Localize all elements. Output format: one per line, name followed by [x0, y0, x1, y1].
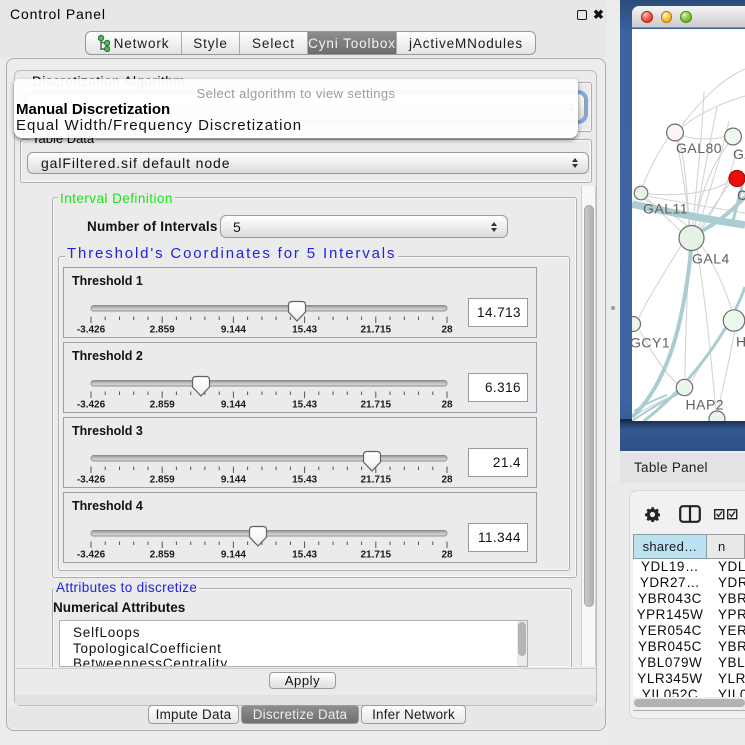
svg-text:H: H	[736, 333, 745, 349]
svg-text:2.859: 2.859	[150, 325, 175, 336]
svg-text:-3.426: -3.426	[77, 400, 106, 411]
svg-text:21.715: 21.715	[361, 325, 392, 336]
svg-text:28: 28	[441, 475, 453, 486]
svg-text:GAL4: GAL4	[692, 250, 730, 266]
svg-text:2.859: 2.859	[150, 550, 175, 561]
svg-text:28: 28	[441, 550, 453, 561]
svg-text:9.144: 9.144	[221, 550, 246, 561]
svg-text:GAL11: GAL11	[643, 200, 688, 216]
svg-text:9.144: 9.144	[221, 475, 246, 486]
svg-text:15.43: 15.43	[292, 475, 317, 486]
svg-text:21.715: 21.715	[361, 550, 392, 561]
svg-text:28: 28	[441, 325, 453, 336]
svg-text:C: C	[737, 187, 745, 203]
svg-text:-3.426: -3.426	[77, 475, 106, 486]
svg-text:HAP2: HAP2	[686, 396, 725, 412]
svg-text:GCY1: GCY1	[632, 334, 670, 350]
svg-text:15.43: 15.43	[292, 400, 317, 411]
svg-text:9.144: 9.144	[221, 400, 246, 411]
svg-text:GA: GA	[733, 146, 745, 162]
svg-text:9.144: 9.144	[221, 325, 246, 336]
svg-text:28: 28	[441, 400, 453, 411]
svg-text:15.43: 15.43	[292, 325, 317, 336]
svg-text:21.715: 21.715	[361, 475, 392, 486]
svg-text:21.715: 21.715	[361, 400, 392, 411]
svg-text:GAL80: GAL80	[676, 140, 722, 156]
svg-text:15.43: 15.43	[292, 550, 317, 561]
svg-text:-3.426: -3.426	[77, 550, 106, 561]
svg-text:-3.426: -3.426	[77, 325, 106, 336]
svg-text:2.859: 2.859	[150, 400, 175, 411]
svg-text:2.859: 2.859	[150, 475, 175, 486]
